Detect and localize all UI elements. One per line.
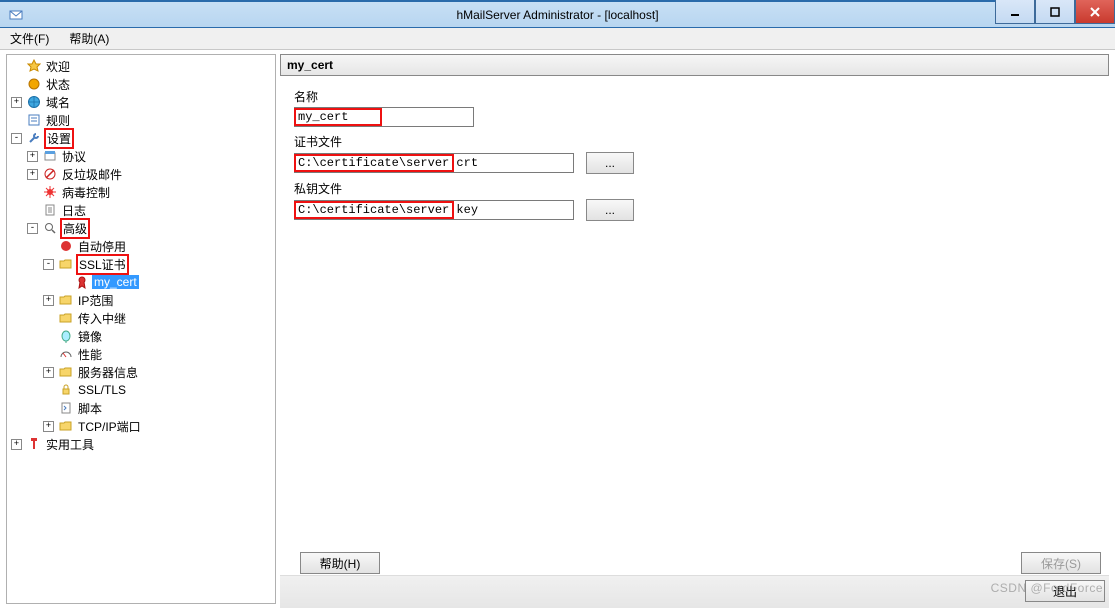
tree-settings[interactable]: -设置 bbox=[11, 129, 273, 147]
tree-ssltls[interactable]: SSL/TLS bbox=[43, 381, 273, 399]
tree-mycert[interactable]: my_cert bbox=[59, 273, 273, 291]
collapse-icon[interactable]: - bbox=[11, 133, 22, 144]
tree-scripts[interactable]: 脚本 bbox=[43, 399, 273, 417]
stop-icon bbox=[58, 238, 74, 254]
close-button[interactable] bbox=[1075, 0, 1115, 24]
rules-icon bbox=[26, 112, 42, 128]
label-certfile: 证书文件 bbox=[294, 133, 1109, 150]
minimize-button[interactable] bbox=[995, 0, 1035, 24]
folder-open-icon bbox=[58, 256, 74, 272]
exit-bar: 退出 bbox=[280, 575, 1109, 608]
folder-icon bbox=[58, 418, 74, 434]
certificate-icon bbox=[74, 274, 90, 290]
window-controls bbox=[995, 0, 1115, 24]
protocol-icon bbox=[42, 148, 58, 164]
app-icon bbox=[8, 7, 24, 23]
certificate-form: 名称 证书文件 ... 私钥文件 ... bbox=[280, 84, 1109, 227]
tree-performance[interactable]: 性能 bbox=[43, 345, 273, 363]
tree-advanced[interactable]: -高级 bbox=[27, 219, 273, 237]
tree-domains[interactable]: +域名 bbox=[11, 93, 273, 111]
label-name: 名称 bbox=[294, 88, 1109, 105]
utilities-icon bbox=[26, 436, 42, 452]
browse-cert-button[interactable]: ... bbox=[586, 152, 634, 174]
tools-icon bbox=[26, 130, 42, 146]
antispam-icon bbox=[42, 166, 58, 182]
browse-key-button[interactable]: ... bbox=[586, 199, 634, 221]
certfile-input[interactable] bbox=[294, 153, 574, 173]
tree-autoban[interactable]: 自动停用 bbox=[43, 237, 273, 255]
tree-antispam[interactable]: +反垃圾邮件 bbox=[27, 165, 273, 183]
folder-icon bbox=[58, 292, 74, 308]
tree-sslcerts[interactable]: -SSL证书 bbox=[43, 255, 273, 273]
tree-ipranges[interactable]: +IP范围 bbox=[43, 291, 273, 309]
folder-icon bbox=[58, 310, 74, 326]
help-button[interactable]: 帮助(H) bbox=[300, 552, 380, 574]
lock-icon bbox=[58, 382, 74, 398]
client-area: 欢迎 状态 +域名 规则 -设置 +协议 +反垃圾邮件 病毒控制 日志 -高级 … bbox=[0, 50, 1115, 604]
tree-log[interactable]: 日志 bbox=[27, 201, 273, 219]
panel-title: my_cert bbox=[280, 54, 1109, 76]
label-keyfile: 私钥文件 bbox=[294, 180, 1109, 197]
tree-utilities[interactable]: +实用工具 bbox=[11, 435, 273, 453]
globe-icon bbox=[26, 94, 42, 110]
tree-status[interactable]: 状态 bbox=[11, 75, 273, 93]
tree-incoming[interactable]: 传入中继 bbox=[43, 309, 273, 327]
gauge-icon bbox=[58, 346, 74, 362]
tree-antivirus[interactable]: 病毒控制 bbox=[27, 183, 273, 201]
right-panel: my_cert 名称 证书文件 ... 私钥文件 ... 帮助(H) 保存(S bbox=[280, 54, 1109, 604]
window-title: hMailServer Administrator - [localhost] bbox=[0, 8, 1115, 22]
collapse-icon[interactable]: - bbox=[27, 223, 38, 234]
expand-icon[interactable]: + bbox=[11, 97, 22, 108]
log-icon bbox=[42, 202, 58, 218]
name-input[interactable] bbox=[294, 107, 474, 127]
titlebar: hMailServer Administrator - [localhost] bbox=[0, 0, 1115, 28]
menu-file[interactable]: 文件(F) bbox=[6, 28, 53, 49]
exit-button[interactable]: 退出 bbox=[1025, 580, 1105, 602]
tree-rules[interactable]: 规则 bbox=[11, 111, 273, 129]
script-icon bbox=[58, 400, 74, 416]
tree-protocols[interactable]: +协议 bbox=[27, 147, 273, 165]
star-icon bbox=[26, 58, 42, 74]
status-icon bbox=[26, 76, 42, 92]
tree-tcpip[interactable]: +TCP/IP端口 bbox=[43, 417, 273, 435]
search-icon bbox=[42, 220, 58, 236]
antivirus-icon bbox=[42, 184, 58, 200]
folder-icon bbox=[58, 364, 74, 380]
collapse-icon[interactable]: - bbox=[43, 259, 54, 270]
tree-welcome[interactable]: 欢迎 bbox=[11, 57, 273, 75]
menubar: 文件(F) 帮助(A) bbox=[0, 28, 1115, 50]
tree-serverinfo[interactable]: +服务器信息 bbox=[43, 363, 273, 381]
keyfile-input[interactable] bbox=[294, 200, 574, 220]
save-button[interactable]: 保存(S) bbox=[1021, 552, 1101, 574]
menu-help[interactable]: 帮助(A) bbox=[65, 28, 113, 49]
maximize-button[interactable] bbox=[1035, 0, 1075, 24]
tree-mirror[interactable]: 镜像 bbox=[43, 327, 273, 345]
tree-panel[interactable]: 欢迎 状态 +域名 规则 -设置 +协议 +反垃圾邮件 病毒控制 日志 -高级 … bbox=[6, 54, 276, 604]
mirror-icon bbox=[58, 328, 74, 344]
